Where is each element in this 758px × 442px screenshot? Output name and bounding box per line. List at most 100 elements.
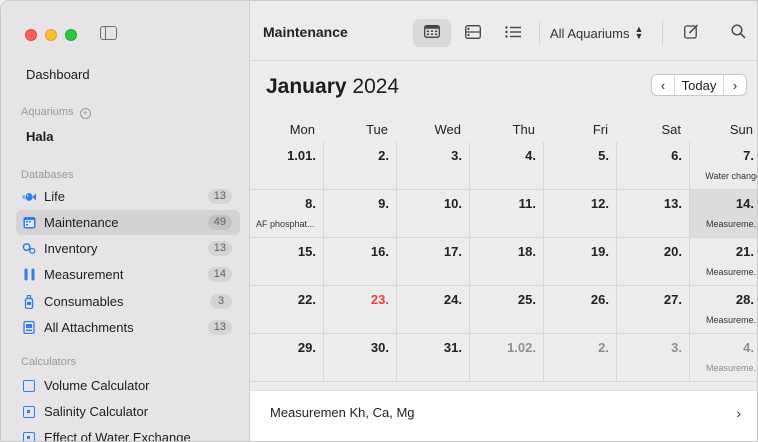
calendar-day-cell[interactable]: 24. bbox=[397, 286, 470, 334]
square-dot-icon bbox=[22, 405, 36, 419]
sidebar-item-consumables[interactable]: Consumables 3 bbox=[16, 289, 240, 314]
weekday-label: Thu bbox=[512, 122, 535, 137]
sidebar-item-salinity-calculator[interactable]: Salinity Calculator bbox=[16, 399, 240, 424]
sidebar-item-life[interactable]: Life 13 bbox=[16, 184, 240, 209]
count-badge: 13 bbox=[207, 189, 232, 204]
zoom-window-button[interactable] bbox=[65, 29, 77, 41]
day-number: 4. bbox=[743, 340, 754, 355]
calendar-day-cell[interactable]: 31. bbox=[397, 334, 470, 382]
calendar-event[interactable]: Measureme... bbox=[706, 267, 757, 277]
day-number: 13. bbox=[663, 196, 682, 211]
day-number: 6. bbox=[671, 148, 682, 163]
calendar-day-cell[interactable]: 9. bbox=[324, 190, 397, 238]
calendar-grid-icon bbox=[424, 25, 440, 41]
day-number: 26. bbox=[590, 292, 609, 307]
calendar-day-cell[interactable]: 3. bbox=[397, 142, 470, 190]
day-number: 3. bbox=[671, 340, 682, 355]
calendar-day-cell[interactable]: 27. bbox=[617, 286, 690, 334]
calendar-day-cell[interactable]: 2. bbox=[544, 334, 617, 382]
calendar-day-cell[interactable]: 4. Measureme... bbox=[690, 334, 757, 382]
selected-event-row[interactable]: Measuremen Kh, Ca, Mg › bbox=[250, 390, 757, 441]
day-number: 1.01. bbox=[287, 148, 316, 163]
add-aquarium-icon[interactable]: + bbox=[79, 108, 91, 119]
calendar-day-cell[interactable]: 22. bbox=[250, 286, 324, 334]
sidebar-item-aquarium[interactable]: Hala bbox=[26, 129, 53, 144]
next-month-button[interactable]: › bbox=[724, 75, 746, 95]
calendar-day-cell[interactable]: 16. bbox=[324, 238, 397, 286]
sidebar-item-water-exchange[interactable]: Effect of Water Exchange bbox=[16, 425, 240, 442]
card-view-button[interactable] bbox=[458, 19, 488, 47]
previous-month-button[interactable]: ‹ bbox=[652, 75, 674, 95]
sidebar-item-label: All Attachments bbox=[44, 320, 134, 335]
aquarium-picker[interactable]: All Aquariums ▲ ▼ bbox=[550, 21, 644, 45]
date-navigation: ‹ Today › bbox=[651, 74, 747, 96]
calendar-day-cell[interactable]: 19. bbox=[544, 238, 617, 286]
calendar-day-cell[interactable]: 15. bbox=[250, 238, 324, 286]
day-number: 30. bbox=[370, 340, 389, 355]
sidebar-item-measurement[interactable]: Measurement 14 bbox=[16, 262, 240, 287]
calendar-day-cell[interactable]: 1.02. bbox=[470, 334, 544, 382]
calendar-day-cell[interactable]: 8. AF phosphat... bbox=[250, 190, 324, 238]
calendar-day-cell[interactable]: 30. bbox=[324, 334, 397, 382]
calendar-day-cell[interactable]: 18. bbox=[470, 238, 544, 286]
calendar-day-cell[interactable]: 26. bbox=[544, 286, 617, 334]
count-badge: 13 bbox=[207, 320, 232, 335]
day-number: 23. bbox=[370, 292, 389, 307]
list-view-button[interactable] bbox=[498, 19, 528, 47]
calendar-day-cell[interactable]: 28. Measureme... bbox=[690, 286, 757, 334]
sidebar-item-dashboard[interactable]: Dashboard bbox=[26, 67, 90, 82]
main-content: Maintenance All Aquariums ▲ ▼ January 20… bbox=[250, 1, 757, 441]
calendar-day-cell[interactable]: 17. bbox=[397, 238, 470, 286]
calendar-day-cell[interactable]: 4. bbox=[470, 142, 544, 190]
compose-button[interactable] bbox=[677, 19, 705, 47]
calendar-day-cell[interactable]: 1.01. bbox=[250, 142, 324, 190]
month-label: January bbox=[266, 75, 347, 98]
calendar-event[interactable]: Measureme... bbox=[706, 219, 757, 229]
calendar-event[interactable]: Measureme... bbox=[706, 315, 757, 325]
weekday-label: Wed bbox=[434, 122, 462, 137]
sidebar-item-maintenance[interactable]: Maintenance 49 bbox=[16, 210, 240, 235]
calendar-day-cell[interactable]: 23. bbox=[324, 286, 397, 334]
databases-section-header: Databases bbox=[21, 169, 74, 181]
calendar-day-cell[interactable]: 21. Measureme... bbox=[690, 238, 757, 286]
sidebar-item-volume-calculator[interactable]: Volume Calculator bbox=[16, 373, 240, 398]
calendar-day-cell[interactable]: 20. bbox=[617, 238, 690, 286]
day-number: 21. bbox=[735, 244, 754, 259]
weekday-label: Tue bbox=[366, 122, 388, 137]
sidebar-item-all-attachments[interactable]: All Attachments 13 bbox=[16, 315, 240, 340]
close-window-button[interactable] bbox=[25, 29, 37, 41]
calendar-day-cell[interactable]: 25. bbox=[470, 286, 544, 334]
updown-chevron-icon: ▲ ▼ bbox=[634, 24, 644, 41]
weekday-label: Mon bbox=[289, 122, 315, 137]
calendar-day-cell[interactable]: 5. bbox=[544, 142, 617, 190]
sidebar-toggle-icon[interactable] bbox=[100, 26, 117, 40]
sidebar-item-label: Effect of Water Exchange bbox=[44, 430, 191, 442]
calendar-day-cell[interactable]: 7. Water change bbox=[690, 142, 757, 190]
calendar-day-cell[interactable]: 29. bbox=[250, 334, 324, 382]
calendar-day-cell[interactable]: 3. bbox=[617, 334, 690, 382]
calendar-event[interactable]: Water change bbox=[705, 171, 757, 181]
search-button[interactable] bbox=[724, 19, 752, 47]
calendar-day-cell[interactable]: 2. bbox=[324, 142, 397, 190]
toolbar-divider bbox=[539, 21, 540, 45]
sidebar-item-inventory[interactable]: Inventory 13 bbox=[16, 236, 240, 261]
calendar-day-cell[interactable]: 14. Measureme... bbox=[690, 190, 757, 238]
calendar-day-cell[interactable]: 12. bbox=[544, 190, 617, 238]
calendar-view-button[interactable] bbox=[413, 19, 451, 47]
calendar-event[interactable]: Measureme... bbox=[706, 363, 757, 373]
calendar-event[interactable]: AF phosphat... bbox=[256, 219, 320, 229]
calendar-day-cell[interactable]: 13. bbox=[617, 190, 690, 238]
day-number: 9. bbox=[378, 196, 389, 211]
today-button[interactable]: Today bbox=[674, 75, 724, 95]
day-number: 10. bbox=[443, 196, 462, 211]
calendar-day-cell[interactable]: 11. bbox=[470, 190, 544, 238]
day-number: 8. bbox=[305, 196, 316, 211]
calendar-day-cell[interactable]: 10. bbox=[397, 190, 470, 238]
sidebar-item-label: Salinity Calculator bbox=[44, 404, 149, 419]
day-number: 11. bbox=[518, 196, 536, 211]
search-icon bbox=[730, 24, 746, 42]
toolbar-divider bbox=[662, 21, 663, 45]
calendar-day-cell[interactable]: 6. bbox=[617, 142, 690, 190]
day-number: 2. bbox=[378, 148, 389, 163]
minimize-window-button[interactable] bbox=[45, 29, 57, 41]
